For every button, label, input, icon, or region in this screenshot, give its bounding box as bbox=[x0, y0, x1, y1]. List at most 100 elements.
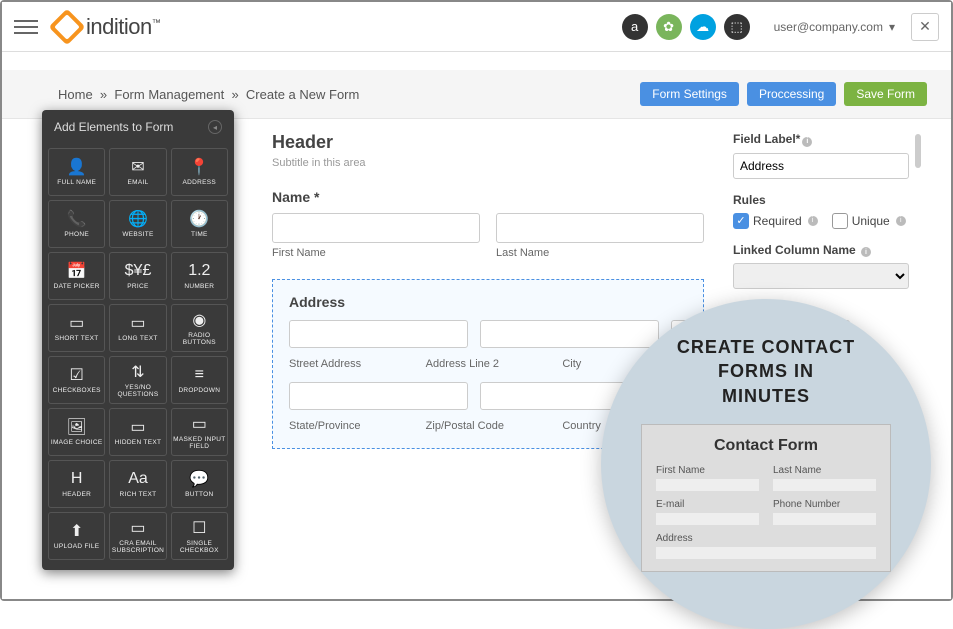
element-label: RADIO BUTTONS bbox=[172, 332, 227, 346]
element-icon: 📍 bbox=[189, 157, 209, 177]
promo-card-title: Contact Form bbox=[656, 437, 876, 455]
element-icon: ≡ bbox=[195, 365, 204, 385]
element-label: CRA EMAIL SUBSCRIPTION bbox=[110, 540, 165, 554]
panel-title: Add Elements to Form bbox=[54, 120, 173, 134]
user-menu[interactable]: user@company.com ▾ bbox=[774, 20, 895, 34]
required-check[interactable]: ✓ Requiredi bbox=[733, 213, 818, 229]
element-label: HIDDEN TEXT bbox=[115, 439, 162, 446]
crumb-home[interactable]: Home bbox=[58, 87, 93, 102]
zip-label: Zip/Postal Code bbox=[426, 420, 551, 432]
tools-button[interactable]: ✕ bbox=[911, 13, 939, 41]
element-label: HEADER bbox=[62, 491, 91, 498]
element-label: DATE PICKER bbox=[54, 283, 100, 290]
save-form-button[interactable]: Save Form bbox=[844, 82, 927, 106]
crumb-current: Create a New Form bbox=[246, 87, 359, 102]
element-icon: 🕐 bbox=[189, 209, 209, 229]
app-amazon-icon[interactable]: a bbox=[622, 14, 648, 40]
menu-icon[interactable] bbox=[14, 15, 38, 39]
element-time[interactable]: 🕐TIME bbox=[171, 200, 228, 248]
element-label: BUTTON bbox=[185, 491, 213, 498]
element-label: MASKED INPUT FIELD bbox=[172, 436, 227, 450]
element-label: IMAGE CHOICE bbox=[51, 439, 103, 446]
element-icon: $¥£ bbox=[125, 261, 152, 281]
element-image-choice[interactable]: 🖼 IMAGE CHOICE bbox=[48, 408, 105, 456]
field-label-input[interactable] bbox=[733, 153, 909, 179]
element-rich-text[interactable]: AaRICH TEXT bbox=[109, 460, 166, 508]
element-dropdown[interactable]: ≡DROPDOWN bbox=[171, 356, 228, 404]
element-full-name[interactable]: 👤FULL NAME bbox=[48, 148, 105, 196]
element-label: WEBSITE bbox=[122, 231, 153, 238]
element-upload-file[interactable]: ⬆UPLOAD FILE bbox=[48, 512, 105, 560]
info-icon[interactable]: i bbox=[896, 216, 906, 226]
element-button[interactable]: 💬 BUTTON bbox=[171, 460, 228, 508]
element-date-picker[interactable]: 📅DATE PICKER bbox=[48, 252, 105, 300]
element-price[interactable]: $¥£ PRICE bbox=[109, 252, 166, 300]
user-email: user@company.com bbox=[774, 20, 883, 34]
element-label: RICH TEXT bbox=[120, 491, 157, 498]
address-label: Address bbox=[289, 294, 687, 310]
element-label: CHECKBOXES bbox=[53, 387, 101, 394]
processing-button[interactable]: Proccessing bbox=[747, 82, 836, 106]
element-label: YES/NO QUESTIONS bbox=[110, 384, 165, 398]
element-long-text[interactable]: ▭LONG TEXT bbox=[109, 304, 166, 352]
element-header[interactable]: HHEADER bbox=[48, 460, 105, 508]
line2-label: Address Line 2 bbox=[426, 358, 551, 370]
logo-mark-icon bbox=[49, 8, 86, 45]
last-name-input[interactable] bbox=[496, 213, 704, 243]
element-icon: 🖼 bbox=[67, 417, 87, 437]
element-icon: 💬 bbox=[189, 469, 209, 489]
name-section[interactable]: Name * First Name Last Name bbox=[272, 189, 704, 259]
promo-first-label: First Name bbox=[656, 465, 759, 476]
element-checkboxes[interactable]: ☑CHECKBOXES bbox=[48, 356, 105, 404]
line2-input[interactable] bbox=[480, 320, 659, 348]
info-icon[interactable]: i bbox=[861, 247, 871, 257]
brand-logo[interactable]: indition™ bbox=[54, 14, 160, 40]
street-label: Street Address bbox=[289, 358, 414, 370]
scrollbar[interactable] bbox=[915, 134, 921, 274]
element-label: PHONE bbox=[64, 231, 89, 238]
street-input[interactable] bbox=[289, 320, 468, 348]
header-section[interactable]: Header Subtitle in this area bbox=[272, 132, 704, 169]
app-salesforce-icon[interactable]: ☁ bbox=[690, 14, 716, 40]
unique-check[interactable]: Uniquei bbox=[832, 213, 906, 229]
promo-overlay: CREATE CONTACT FORMS IN MINUTES Contact … bbox=[601, 299, 931, 629]
field-label-label: Field Label*i bbox=[733, 132, 909, 147]
element-yes-no-questions[interactable]: ⇅YES/NO QUESTIONS bbox=[109, 356, 166, 404]
element-icon: ▭ bbox=[192, 414, 207, 434]
linked-column-select[interactable] bbox=[733, 263, 909, 289]
element-address[interactable]: 📍ADDRESS bbox=[171, 148, 228, 196]
element-radio-buttons[interactable]: ◉RADIO BUTTONS bbox=[171, 304, 228, 352]
crumb-form-mgmt[interactable]: Form Management bbox=[114, 87, 224, 102]
first-name-input[interactable] bbox=[272, 213, 480, 243]
element-label: SHORT TEXT bbox=[55, 335, 99, 342]
element-label: PRICE bbox=[127, 283, 148, 290]
state-input[interactable] bbox=[289, 382, 468, 410]
element-number[interactable]: 1.2NUMBER bbox=[171, 252, 228, 300]
app-other-icon[interactable]: ⬚ bbox=[724, 14, 750, 40]
form-settings-button[interactable]: Form Settings bbox=[640, 82, 739, 106]
element-website[interactable]: 🌐WEBSITE bbox=[109, 200, 166, 248]
element-short-text[interactable]: ▭ SHORT TEXT bbox=[48, 304, 105, 352]
element-label: NUMBER bbox=[184, 283, 214, 290]
promo-email-label: E-mail bbox=[656, 499, 759, 510]
info-icon[interactable]: i bbox=[808, 216, 818, 226]
promo-title: CREATE CONTACT FORMS IN MINUTES bbox=[677, 335, 855, 408]
info-icon[interactable]: i bbox=[802, 137, 812, 147]
collapse-icon[interactable]: ◂ bbox=[208, 120, 222, 134]
element-phone[interactable]: 📞PHONE bbox=[48, 200, 105, 248]
element-single-checkbox[interactable]: ☐SINGLE CHECKBOX bbox=[171, 512, 228, 560]
element-label: SINGLE CHECKBOX bbox=[172, 540, 227, 554]
element-masked-input-field[interactable]: ▭ MASKED INPUT FIELD bbox=[171, 408, 228, 456]
promo-last-label: Last Name bbox=[773, 465, 876, 476]
element-email[interactable]: ✉EMAIL bbox=[109, 148, 166, 196]
chevron-down-icon: ▾ bbox=[889, 20, 895, 34]
element-icon: ▭ bbox=[69, 313, 84, 333]
element-cra-email-subscription[interactable]: ▭ CRA EMAIL SUBSCRIPTION bbox=[109, 512, 166, 560]
element-icon: ▭ bbox=[130, 313, 145, 333]
breadcrumb: Home » Form Management » Create a New Fo… bbox=[58, 87, 359, 102]
app-shopify-icon[interactable]: ✿ bbox=[656, 14, 682, 40]
properties-panel: Field Label*i Rules ✓ Requiredi Uniquei … bbox=[733, 132, 909, 289]
element-icon: ▭ bbox=[130, 518, 145, 538]
element-hidden-text[interactable]: ▭HIDDEN TEXT bbox=[109, 408, 166, 456]
checkbox-icon bbox=[832, 213, 848, 229]
